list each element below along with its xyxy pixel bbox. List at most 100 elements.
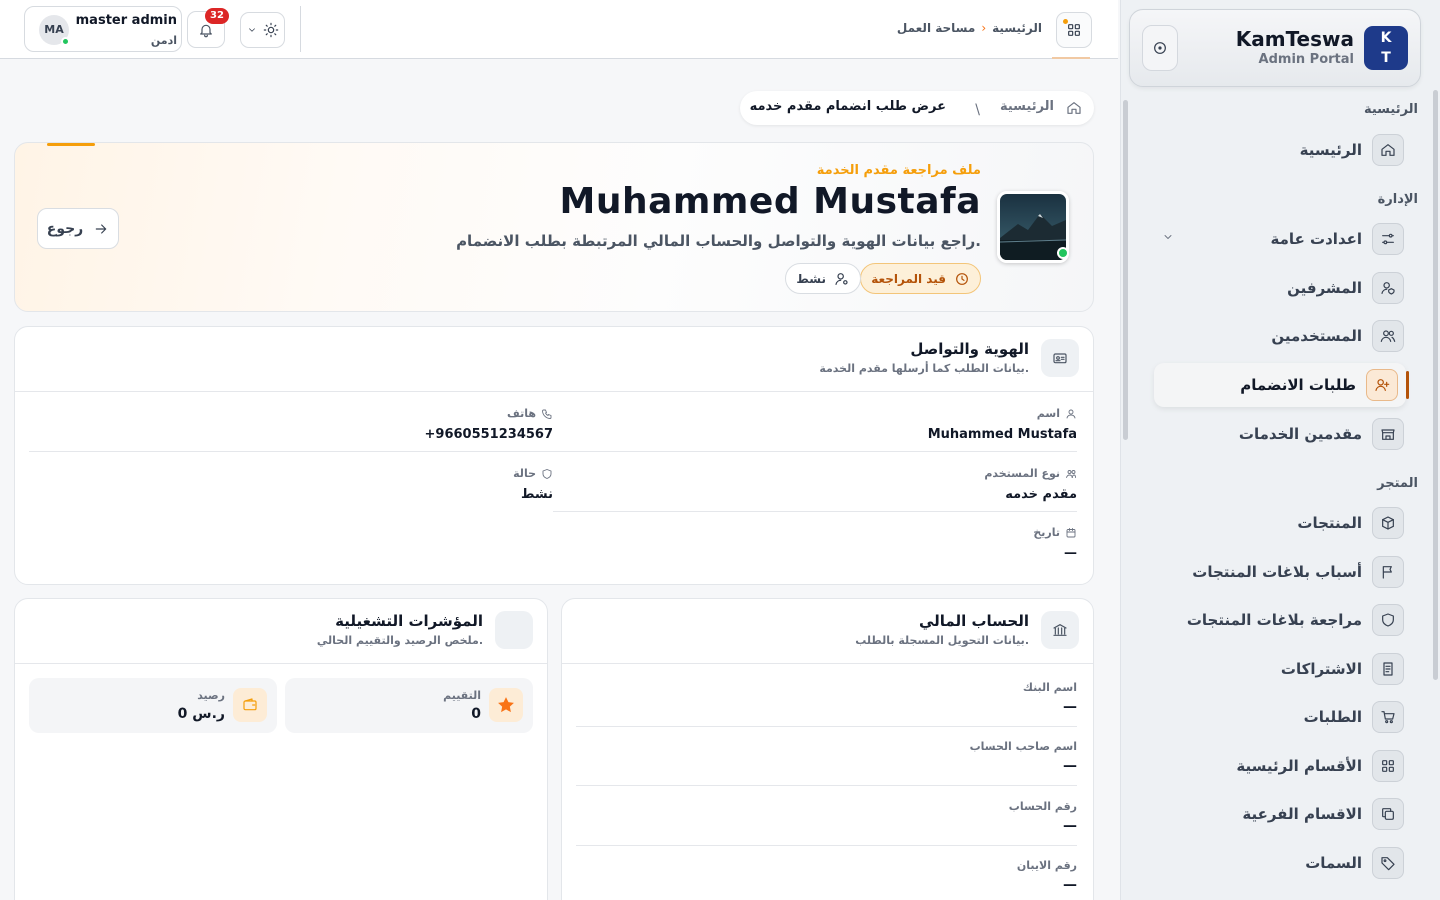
sidebar-section-home: الرئيسية xyxy=(1363,102,1418,117)
metric-value: 0 xyxy=(471,706,481,722)
status-badge-label: قيد المراجعة xyxy=(871,271,946,286)
sidebar-item-supervisors[interactable]: المشرفين xyxy=(1154,266,1404,310)
sidebar-item-join-requests[interactable]: طلبات الانضمام xyxy=(1154,363,1409,407)
shield-icon xyxy=(542,468,552,479)
sidebar-scrollbar[interactable] xyxy=(1121,90,1129,900)
sidebar-item-label: المشرفين xyxy=(1287,279,1362,297)
brand-logo-letter: K xyxy=(1380,30,1392,46)
metric-balance: رصيد 0 ر.س xyxy=(29,678,277,733)
sidebar-item-home[interactable]: الرئيسية xyxy=(1154,128,1404,172)
chevron-down-icon[interactable] xyxy=(1162,231,1174,243)
field-value: — xyxy=(1063,758,1077,774)
apps-menu-button[interactable] xyxy=(1056,12,1092,48)
sidebar-item-label: الرئيسية xyxy=(1299,141,1362,159)
status-badge-label: نشط xyxy=(796,271,826,286)
divider xyxy=(300,6,301,52)
tag-icon xyxy=(1372,847,1404,879)
back-button[interactable]: رجوع xyxy=(37,208,119,249)
field-account-number: رقم الحساب — xyxy=(576,786,1077,846)
sidebar-toggle-button[interactable] xyxy=(1142,25,1178,71)
field-status: حالة نشط xyxy=(29,453,553,512)
field-label: اسم xyxy=(1037,407,1077,420)
metrics-header: المؤشرات التشغيلية ملخص الرصيد والتقييم … xyxy=(15,599,547,664)
field-value: Muhammed Mustafa xyxy=(927,427,1077,442)
status-badge-active: نشط xyxy=(785,263,861,294)
notification-dot xyxy=(1063,19,1068,24)
profile-hero: ملف مراجعة مقدم الخدمة Muhammed Mustafa … xyxy=(14,142,1094,312)
breadcrumb-root-link[interactable]: الرئيسية xyxy=(992,21,1042,35)
field-user-type: نوع المستخدم مقدم خدمه xyxy=(553,453,1077,512)
sidebar-item-attributes[interactable]: السمات xyxy=(1154,841,1404,885)
chevron-left-icon: › xyxy=(981,21,987,35)
field-label-text: اسم xyxy=(1036,407,1060,420)
field-label: رقم الايبان xyxy=(1016,859,1077,872)
page-scrollbar-thumb[interactable] xyxy=(1433,90,1438,680)
home-icon[interactable] xyxy=(1066,100,1082,116)
sidebar-item-orders[interactable]: الطلبات xyxy=(1154,695,1404,739)
topbar-accent xyxy=(1052,57,1090,59)
chevron-down-icon xyxy=(248,28,255,32)
section-subtitle: بيانات الطلب كما أرسلها مقدم الخدمة. xyxy=(819,362,1029,375)
field-bank-name: اسم البنك — xyxy=(576,667,1077,727)
field-label: اسم البنك xyxy=(1022,681,1077,694)
sidebar-item-label: مقدمين الخدمات xyxy=(1238,425,1362,443)
sidebar-item-report-reasons[interactable]: أسباب بلاغات المنتجات xyxy=(1154,550,1404,594)
section-title: الهوية والتواصل xyxy=(910,340,1029,358)
notifications-button[interactable]: 32 xyxy=(187,8,229,48)
sidebar-item-main-categories[interactable]: الأقسام الرئيسية xyxy=(1154,744,1404,788)
finance-header: الحساب المالي بيانات التحويل المسجلة بال… xyxy=(562,599,1093,664)
sidebar-scrollbar-thumb[interactable] xyxy=(1123,100,1128,440)
metric-value: 0 ر.س xyxy=(177,706,225,722)
sidebar-item-label: السمات xyxy=(1305,854,1362,872)
section-subtitle: بيانات التحويل المسجلة بالطلب. xyxy=(855,634,1029,647)
grid-icon xyxy=(1372,750,1404,782)
sidebar-item-products[interactable]: المنتجات xyxy=(1154,501,1404,545)
back-button-label: رجوع xyxy=(46,220,84,237)
avatar: MA xyxy=(39,15,70,46)
hero-accent xyxy=(47,143,95,146)
breadcrumb-home-link[interactable]: الرئيسية xyxy=(1000,99,1054,114)
user-plus-icon xyxy=(1366,369,1398,401)
sidebar-item-service-providers[interactable]: مقدمين الخدمات xyxy=(1154,412,1404,456)
user-gear-icon xyxy=(835,272,848,285)
copy-icon xyxy=(1372,798,1404,830)
field-label-text: تاريخ xyxy=(1033,526,1060,539)
metric-label: التقييم xyxy=(443,689,481,702)
arrow-right-icon xyxy=(95,223,107,234)
field-value: — xyxy=(1064,546,1077,561)
chart-icon xyxy=(495,611,533,649)
clock-icon xyxy=(956,272,968,285)
field-label-text: حالة xyxy=(513,467,536,480)
phone-icon xyxy=(542,409,552,419)
target-icon xyxy=(1154,42,1166,54)
field-label: نوع المستخدم xyxy=(984,467,1077,480)
breadcrumb: الرئيسية \ عرض طلب انضمام مقدم خدمه xyxy=(740,91,1094,125)
topbar: الرئيسية › مساحة العمل 32 MA master admi… xyxy=(0,0,1118,59)
wallet-icon xyxy=(233,688,267,722)
sidebar-item-label: المستخدمين xyxy=(1271,327,1362,345)
metrics-card: المؤشرات التشغيلية ملخص الرصيد والتقييم … xyxy=(14,598,548,900)
sidebar-item-subscriptions[interactable]: الاشتراكات xyxy=(1154,647,1404,691)
sidebar-item-users[interactable]: المستخدمين xyxy=(1154,314,1404,358)
store-icon xyxy=(1372,418,1404,450)
field-label-text: نوع المستخدم xyxy=(984,467,1060,480)
sliders-icon xyxy=(1372,223,1404,255)
sidebar-item-label: اعدادت عامة xyxy=(1270,230,1362,248)
theme-toggle-button[interactable] xyxy=(240,12,285,48)
shield-icon xyxy=(1372,604,1404,636)
sidebar-item-sub-categories[interactable]: الاقسام الفرعية xyxy=(1154,792,1404,836)
sidebar-item-label: طلبات الانضمام xyxy=(1240,376,1356,394)
sidebar-item-report-review[interactable]: مراجعة بلاغات المنتجات xyxy=(1154,598,1404,642)
box-icon xyxy=(1372,507,1404,539)
sidebar-item-label: مراجعة بلاغات المنتجات xyxy=(1186,611,1362,629)
flag-icon xyxy=(1372,556,1404,588)
field-phone: هاتف +9660551234567 xyxy=(29,393,553,452)
topbar-breadcrumb: الرئيسية › مساحة العمل xyxy=(897,21,1042,35)
sidebar-section-admin: الإدارة xyxy=(1377,192,1418,207)
sidebar-item-settings[interactable]: اعدادت عامة xyxy=(1154,217,1404,261)
user-icon xyxy=(1066,409,1076,418)
brand-card: K T KamTeswa Admin Portal xyxy=(1129,9,1421,87)
field-value: — xyxy=(1063,877,1077,893)
user-menu[interactable]: MA master admin ادمن xyxy=(24,6,182,52)
notification-count-badge: 32 xyxy=(205,8,229,24)
